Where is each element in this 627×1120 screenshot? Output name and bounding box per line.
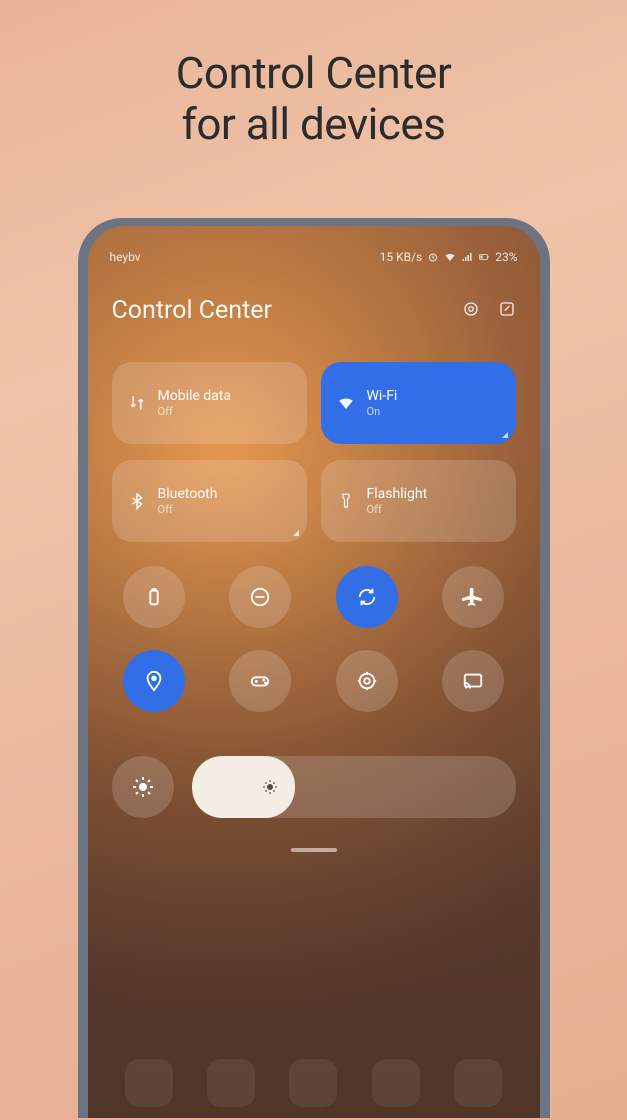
battery-icon [143, 586, 165, 608]
airplane-icon [462, 586, 484, 608]
target-icon [356, 670, 378, 692]
auto-brightness-button[interactable] [112, 756, 174, 818]
tile-wifi[interactable]: Wi-Fi On [321, 362, 516, 444]
phone-frame: heybv 15 KB/s 23% Control Center [78, 218, 550, 1118]
tile-row-2: Bluetooth Off Flashlight Off [112, 460, 516, 542]
dock-item [207, 1059, 255, 1107]
brightness-fill [192, 756, 296, 818]
gear-icon [462, 300, 480, 318]
rotate-icon [356, 586, 378, 608]
tile-cast[interactable] [442, 650, 504, 712]
settings-button[interactable] [462, 300, 480, 322]
control-center-header: Control Center [112, 296, 516, 325]
home-dock [108, 1048, 520, 1118]
status-battery-pct: 23% [495, 250, 517, 264]
dock-item [454, 1059, 502, 1107]
status-right: 15 KB/s 23% [380, 250, 518, 264]
expand-corner-icon [293, 530, 299, 536]
tile-state: Off [158, 405, 231, 418]
tile-bluetooth[interactable]: Bluetooth Off [112, 460, 307, 542]
dock-item [372, 1059, 420, 1107]
location-icon [143, 670, 165, 692]
tile-text: Flashlight Off [367, 486, 428, 516]
wifi-status-icon [444, 251, 456, 263]
brightness-thumb-icon [261, 778, 279, 796]
tile-mobile-data[interactable]: Mobile data Off [112, 362, 307, 444]
control-center-title: Control Center [112, 296, 273, 325]
tile-state: On [367, 405, 398, 418]
dock-item [289, 1059, 337, 1107]
tile-text: Bluetooth Off [158, 486, 218, 516]
tile-label: Wi-Fi [367, 388, 398, 405]
tile-airplane[interactable] [442, 566, 504, 628]
status-carrier: heybv [110, 250, 141, 264]
bluetooth-icon [128, 492, 146, 510]
tile-state: Off [158, 503, 218, 516]
edit-button[interactable] [498, 300, 516, 322]
phone-screen: heybv 15 KB/s 23% Control Center [88, 226, 540, 1118]
sun-icon [131, 775, 155, 799]
gamepad-icon [249, 670, 271, 692]
edit-icon [498, 300, 516, 318]
signal-icon [461, 251, 473, 263]
expand-corner-icon [502, 432, 508, 438]
tile-label: Bluetooth [158, 486, 218, 503]
brightness-slider[interactable] [192, 756, 516, 818]
tile-flashlight[interactable]: Flashlight Off [321, 460, 516, 542]
tile-text: Mobile data Off [158, 388, 231, 418]
cast-icon [462, 670, 484, 692]
tile-label: Flashlight [367, 486, 428, 503]
drag-handle[interactable] [291, 848, 337, 852]
dnd-icon [249, 586, 271, 608]
tile-auto-rotate[interactable] [336, 566, 398, 628]
tile-label: Mobile data [158, 388, 231, 405]
brightness-row [112, 756, 516, 818]
promo-headline-line2: for all devices [182, 98, 446, 150]
tile-text: Wi-Fi On [367, 388, 398, 418]
tile-game-mode[interactable] [229, 650, 291, 712]
battery-status-icon [478, 251, 490, 263]
status-bar: heybv 15 KB/s 23% [110, 248, 518, 266]
promo-headline-line1: Control Center [176, 47, 452, 99]
flashlight-icon [337, 492, 355, 510]
tile-focus[interactable] [336, 650, 398, 712]
round-tiles-grid [112, 566, 516, 712]
tile-state: Off [367, 503, 428, 516]
promo-headline: Control Center for all devices [0, 48, 627, 149]
status-speed: 15 KB/s [380, 250, 423, 264]
alarm-icon [427, 251, 439, 263]
tile-location[interactable] [123, 650, 185, 712]
tile-battery-saver[interactable] [123, 566, 185, 628]
tile-row-1: Mobile data Off Wi-Fi On [112, 362, 516, 444]
wifi-icon [337, 394, 355, 412]
header-actions [462, 300, 516, 322]
swap-icon [128, 394, 146, 412]
tile-dnd[interactable] [229, 566, 291, 628]
dock-item [125, 1059, 173, 1107]
